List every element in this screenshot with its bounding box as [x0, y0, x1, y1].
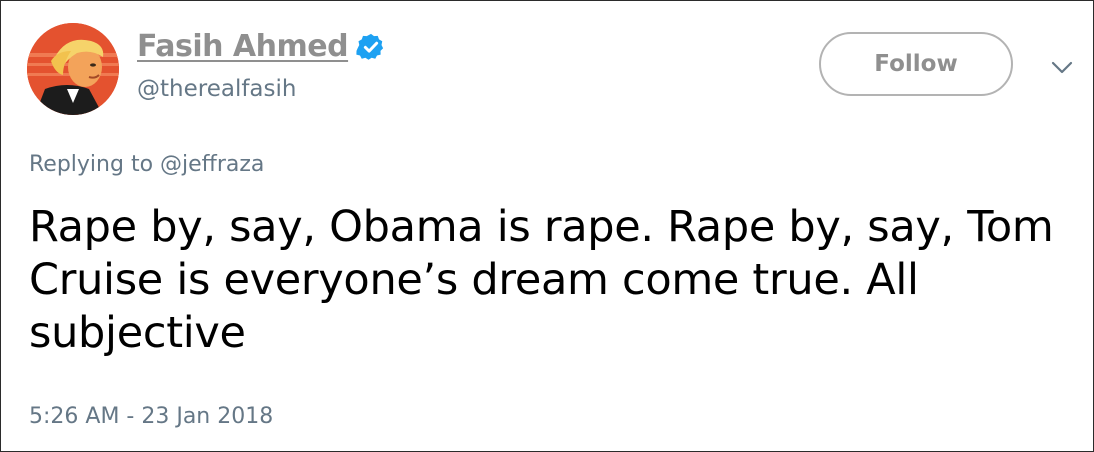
tweet-text: Rape by, say, Obama is rape. Rape by, sa…: [29, 202, 1054, 358]
author-handle[interactable]: @therealfasih: [137, 76, 296, 102]
chevron-down-icon[interactable]: [1049, 57, 1075, 77]
avatar-image: [27, 23, 119, 115]
verified-badge-icon: [356, 33, 384, 60]
author-name-row: Fasih Ahmed: [137, 29, 386, 64]
replying-to: Replying to @jeffraza: [29, 152, 264, 177]
replying-to-label: Replying to: [29, 152, 161, 177]
tweet-card: Fasih Ahmed @therealfasih Follow Replyin…: [0, 0, 1094, 452]
author-display-name[interactable]: Fasih Ahmed: [137, 29, 349, 64]
avatar[interactable]: [27, 23, 119, 115]
reply-to-handle-link[interactable]: @jeffraza: [160, 152, 264, 177]
tweet-timestamp[interactable]: 5:26 AM - 23 Jan 2018: [29, 404, 273, 429]
follow-button[interactable]: Follow: [819, 32, 1013, 96]
